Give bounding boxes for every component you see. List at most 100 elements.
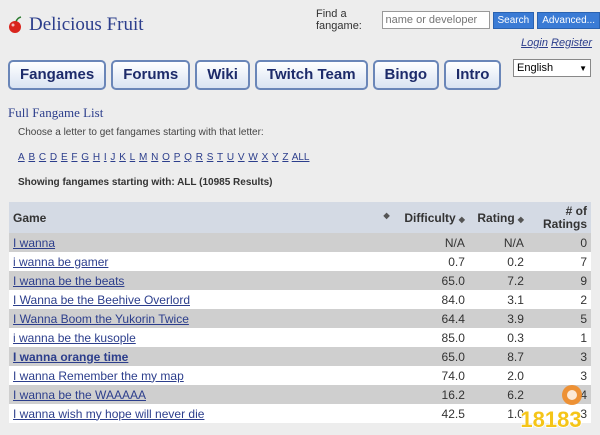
letter-link-l[interactable]: L [130,152,136,163]
letter-link-i[interactable]: I [104,152,107,163]
rating-cell: 0.3 [468,328,528,347]
login-link[interactable]: Login [521,37,548,49]
table-row: i wanna be gamer 0.7 0.2 7 [9,252,591,271]
rating-cell: 3.1 [468,290,528,309]
search-button[interactable]: Search [492,11,535,29]
nav-tab-intro[interactable]: Intro [444,60,502,90]
rating-count-cell: 7 [527,252,591,271]
letter-link-b[interactable]: B [28,152,35,163]
column-rating[interactable]: Rating ◆ [468,202,528,233]
game-link[interactable]: i wanna be gamer [13,255,108,269]
difficulty-cell: 65.0 [393,271,469,290]
letter-link-d[interactable]: D [50,152,57,163]
rating-count-cell: 5 [527,309,591,328]
game-link[interactable]: I Wanna Boom the Yukorin Twice [13,312,189,326]
letter-link-x[interactable]: X [262,152,269,163]
difficulty-cell: 85.0 [393,328,469,347]
letter-link-o[interactable]: O [162,152,170,163]
register-link[interactable]: Register [551,37,592,49]
letter-link-p[interactable]: P [174,152,181,163]
letter-instruction: Choose a letter to get fangames starting… [18,127,264,138]
letter-link-w[interactable]: W [248,152,257,163]
letter-link-h[interactable]: H [93,152,100,163]
letter-link-r[interactable]: R [196,152,203,163]
letter-link-n[interactable]: N [151,152,158,163]
language-value: English [517,62,554,74]
results-summary: Showing fangames starting with: ALL (109… [18,177,273,188]
rating-cell: 0.2 [468,252,528,271]
game-link[interactable]: I wanna [13,236,55,250]
table-row: i wanna be the kusople 85.0 0.3 1 [9,328,591,347]
rating-cell: 7.2 [468,271,528,290]
game-link[interactable]: I wanna be the beats [13,274,124,288]
letter-link-q[interactable]: Q [184,152,192,163]
game-cell: I wanna wish my hope will never die [9,404,394,423]
table-row: I wanna be the beats 65.0 7.2 9 [9,271,591,290]
column-rating-label: Rating [477,210,515,225]
game-link[interactable]: I wanna orange time [13,350,128,364]
letter-link-u[interactable]: U [227,152,234,163]
letter-link-v[interactable]: V [238,152,245,163]
site-header: Delicious Fruit Find a fangame: Search A… [0,0,600,100]
letter-filter: A B C D E F G H I J K L M N O P Q R S T … [18,152,310,163]
search-label: Find a fangame: [316,8,362,32]
difficulty-cell: 84.0 [393,290,469,309]
search-input[interactable] [381,11,490,29]
letter-link-s[interactable]: S [207,152,214,163]
nav-tab-forums[interactable]: Forums [111,60,191,90]
letter-link-g[interactable]: G [81,152,89,163]
game-link[interactable]: I wanna Remember the my map [13,369,184,383]
letter-link-k[interactable]: K [119,152,126,163]
difficulty-cell: N/A [393,233,469,252]
nav-tab-wiki[interactable]: Wiki [195,60,250,90]
game-link[interactable]: I wanna wish my hope will never die [13,407,204,421]
letter-link-y[interactable]: Y [272,152,279,163]
site-logo[interactable]: Delicious Fruit [8,14,144,36]
column-difficulty[interactable]: Difficulty ◆ [393,202,469,233]
letter-link-a[interactable]: A [18,152,25,163]
game-link[interactable]: I Wanna be the Beehive Overlord [13,293,190,307]
letter-link-z[interactable]: Z [282,152,288,163]
sort-icon: ◆ [517,214,524,224]
sort-icon: ◆ [458,214,465,224]
rating-cell: 3.9 [468,309,528,328]
column-num-ratings[interactable]: # of Ratings [527,202,591,233]
difficulty-cell: 74.0 [393,366,469,385]
game-link[interactable]: I wanna be the WAAAAA [13,388,146,402]
nav-tab-bingo[interactable]: Bingo [372,60,440,90]
nav-tab-fangames[interactable]: Fangames [8,60,107,90]
advanced-search-button[interactable]: Advanced... [537,11,600,29]
search-bar: Find a fangame: Search Advanced... [316,8,600,32]
table-row: I wanna Remember the my map 74.0 2.0 3 [9,366,591,385]
nav-tab-twitch-team[interactable]: Twitch Team [254,60,368,90]
watermark-logo: 18183 [520,385,582,433]
game-cell: I wanna Remember the my map [9,366,394,385]
game-link[interactable]: i wanna be the kusople [13,331,136,345]
table-row: I Wanna be the Beehive Overlord 84.0 3.1 2 [9,290,591,309]
letter-link-e[interactable]: E [61,152,68,163]
main-nav: Fangames Forums Wiki Twitch Team Bingo I… [8,60,506,90]
letter-link-m[interactable]: M [139,152,147,163]
rating-cell: N/A [468,233,528,252]
site-title: Delicious Fruit [29,14,144,35]
letter-link-f[interactable]: F [71,152,77,163]
language-select[interactable]: English ▼ [513,59,591,77]
rating-count-cell: 2 [527,290,591,309]
letter-link-c[interactable]: C [39,152,46,163]
table-row: I wanna wish my hope will never die 42.5 1… [9,404,591,423]
column-game[interactable]: Game ◆ [9,202,394,233]
letter-link-all[interactable]: ALL [292,152,310,163]
game-cell: I wanna be the beats [9,271,394,290]
game-cell: i wanna be the kusople [9,328,394,347]
column-game-label: Game [13,210,47,225]
rating-count-cell: 9 [527,271,591,290]
game-cell: i wanna be gamer [9,252,394,271]
chevron-down-icon: ▼ [579,63,587,73]
letter-link-t[interactable]: T [217,152,223,163]
letter-link-j[interactable]: J [110,152,115,163]
column-num-ratings-label: # of Ratings [542,203,587,231]
main-content: Full Fangame List Choose a letter to get… [0,100,600,435]
rating-count-cell: 1 [527,328,591,347]
table-row: I wanna N/A N/A 0 [9,233,591,252]
watermark-text: 18183 [520,407,581,432]
